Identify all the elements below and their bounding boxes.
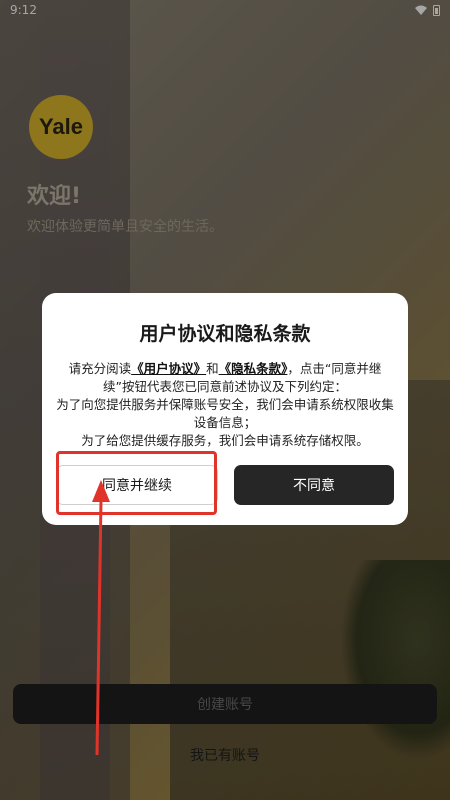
highlight-annotation bbox=[56, 451, 217, 515]
dialog-body: 请充分阅读《用户协议》和《隐私条款》，点击“同意并继续”按钮代表您已同意前述协议… bbox=[56, 360, 394, 450]
user-agreement-link[interactable]: 《用户协议》 bbox=[131, 361, 206, 376]
disagree-button[interactable]: 不同意 bbox=[234, 465, 394, 505]
body-line3: 为了给您提供缓存服务，我们会申请系统存储权限。 bbox=[81, 433, 369, 448]
dialog-title: 用户协议和隐私条款 bbox=[139, 323, 311, 345]
privacy-policy-link[interactable]: 《隐私条款》 bbox=[219, 361, 288, 376]
body-prefix: 请充分阅读 bbox=[68, 361, 132, 376]
body-and: 和 bbox=[206, 361, 219, 376]
body-line2: 为了向您提供服务并保障账号安全，我们会申请系统权限收集设备信息； bbox=[56, 397, 394, 430]
